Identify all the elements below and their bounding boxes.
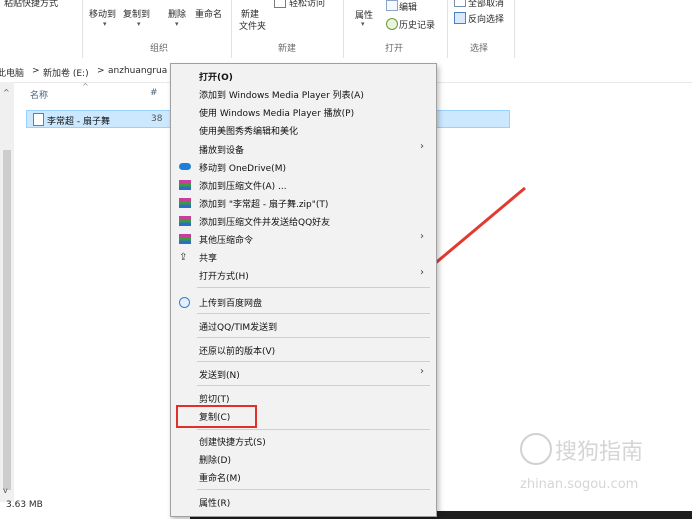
scroll-down-icon[interactable]: v [3,486,8,495]
menu-item-send-to[interactable]: 发送到(N) [199,368,240,381]
breadcrumb-separator[interactable]: > [32,66,40,76]
menu-separator [197,489,430,490]
sort-arrow-icon: ^ [82,82,89,91]
breadcrumb-drive[interactable]: 新加卷 (E:) [43,66,89,79]
submenu-arrow-icon: › [420,231,424,242]
menu-item-zip-send-qq[interactable]: 添加到压缩文件并发送给QQ好友 [199,215,330,228]
sogou-logo-icon [520,433,552,465]
submenu-arrow-icon: › [420,366,424,377]
menu-item-restore-versions[interactable]: 还原以前的版本(V) [199,344,275,357]
menu-item-cast-to-device[interactable]: 播放到设备 [199,143,244,156]
chevron-down-icon[interactable]: ▾ [361,20,365,28]
menu-item-create-shortcut[interactable]: 创建快捷方式(S) [199,435,266,448]
scrollbar-thumb[interactable] [3,150,11,490]
ribbon-separator [82,0,83,58]
group-label-organize: 组织 [150,44,169,54]
menu-item-qq-send[interactable]: 通过QQ/TIM发送到 [199,320,277,333]
chevron-down-icon[interactable]: ▾ [103,20,107,28]
easy-access-icon [274,0,286,8]
ribbon-separator [343,0,344,58]
group-label-new: 新建 [278,44,297,54]
ribbon-separator [231,0,232,58]
winrar-icon [179,234,191,244]
menu-item-share[interactable]: 共享 [199,251,217,264]
menu-item-add-wmp-list[interactable]: 添加到 Windows Media Player 列表(A) [199,88,364,101]
menu-item-open-with[interactable]: 打开方式(H) [199,269,249,282]
chevron-down-icon[interactable]: ▾ [137,20,141,28]
file-number: 38 [151,114,163,124]
onedrive-icon [179,163,191,170]
column-header-number[interactable]: # [150,88,158,98]
share-icon: ⇪ [179,252,188,263]
winrar-icon [179,216,191,226]
menu-separator [197,385,430,386]
rename-button[interactable]: 重命名 [195,7,222,20]
edit-button[interactable]: 编辑 [399,0,417,13]
paste-shortcut-button[interactable]: 粘贴快捷方式 [4,0,58,9]
new-folder-button-line2[interactable]: 文件夹 [239,19,266,32]
menu-separator [197,337,430,338]
invert-selection-button[interactable]: 反向选择 [468,12,504,25]
invert-selection-icon [454,12,466,24]
menu-separator [197,429,430,430]
submenu-arrow-icon: › [420,141,424,152]
winrar-icon [179,198,191,208]
menu-separator [197,287,430,288]
status-size: 3.63 MB [6,500,43,510]
edit-icon [386,0,398,11]
menu-item-meitu[interactable]: 使用美图秀秀编辑和美化 [199,124,298,137]
menu-item-open[interactable]: 打开(O) [199,70,233,83]
scroll-up-icon[interactable]: ^ [3,88,10,97]
delete-button[interactable]: 删除 [168,7,186,20]
chevron-down-icon[interactable]: ▾ [175,20,179,28]
media-file-icon [33,113,44,126]
column-header-name[interactable]: 名称 [30,88,48,101]
breadcrumb-folder[interactable]: anzhuangrua [108,66,167,76]
menu-item-baidu-upload[interactable]: 上传到百度网盘 [199,296,262,309]
select-none-button[interactable]: 全部取消 [468,0,504,9]
copy-to-button[interactable]: 复制到 [123,7,150,20]
menu-item-add-zip[interactable]: 添加到 "李常超 - 扇子舞.zip"(T) [199,197,328,210]
move-to-button[interactable]: 移动到 [89,7,116,20]
breadcrumb-separator[interactable]: > [97,66,105,76]
group-label-select: 选择 [470,44,489,54]
select-none-icon [454,0,466,7]
menu-item-onedrive[interactable]: 移动到 OneDrive(M) [199,161,286,174]
menu-item-rename[interactable]: 重命名(M) [199,471,241,484]
menu-item-delete[interactable]: 删除(D) [199,453,231,466]
easy-access-button[interactable]: 轻松访问 [289,0,325,9]
watermark-brand: 搜狗指南 [555,440,644,465]
history-button[interactable]: 历史记录 [399,18,435,31]
copy-highlight-box [176,405,257,428]
group-label-open: 打开 [385,44,404,54]
menu-item-add-archive[interactable]: 添加到压缩文件(A) ... [199,179,287,192]
breadcrumb-this-pc[interactable]: 此电脑 [0,66,24,79]
menu-separator [197,313,430,314]
submenu-arrow-icon: › [420,267,424,278]
history-icon [386,18,398,30]
winrar-icon [179,180,191,190]
menu-separator [197,361,430,362]
baidu-cloud-icon [179,297,190,308]
file-name[interactable]: 李常超 - 扇子舞 [47,114,110,127]
watermark-url: zhinan.sogou.com [520,477,639,492]
ribbon-separator [447,0,448,58]
menu-item-other-zip[interactable]: 其他压缩命令 [199,233,253,246]
menu-item-play-wmp[interactable]: 使用 Windows Media Player 播放(P) [199,106,354,119]
vertical-scrollbar[interactable]: ^ v [0,82,14,502]
menu-item-properties[interactable]: 属性(R) [199,496,230,509]
context-menu: 打开(O) 添加到 Windows Media Player 列表(A) 使用 … [170,63,437,517]
ribbon: 粘贴快捷方式 移动到 复制到 删除 重命名 ▾ ▾ ▾ 组织 新建 文件夹 轻松… [0,0,692,63]
menu-item-cut[interactable]: 剪切(T) [199,392,230,405]
ribbon-separator [514,0,515,58]
